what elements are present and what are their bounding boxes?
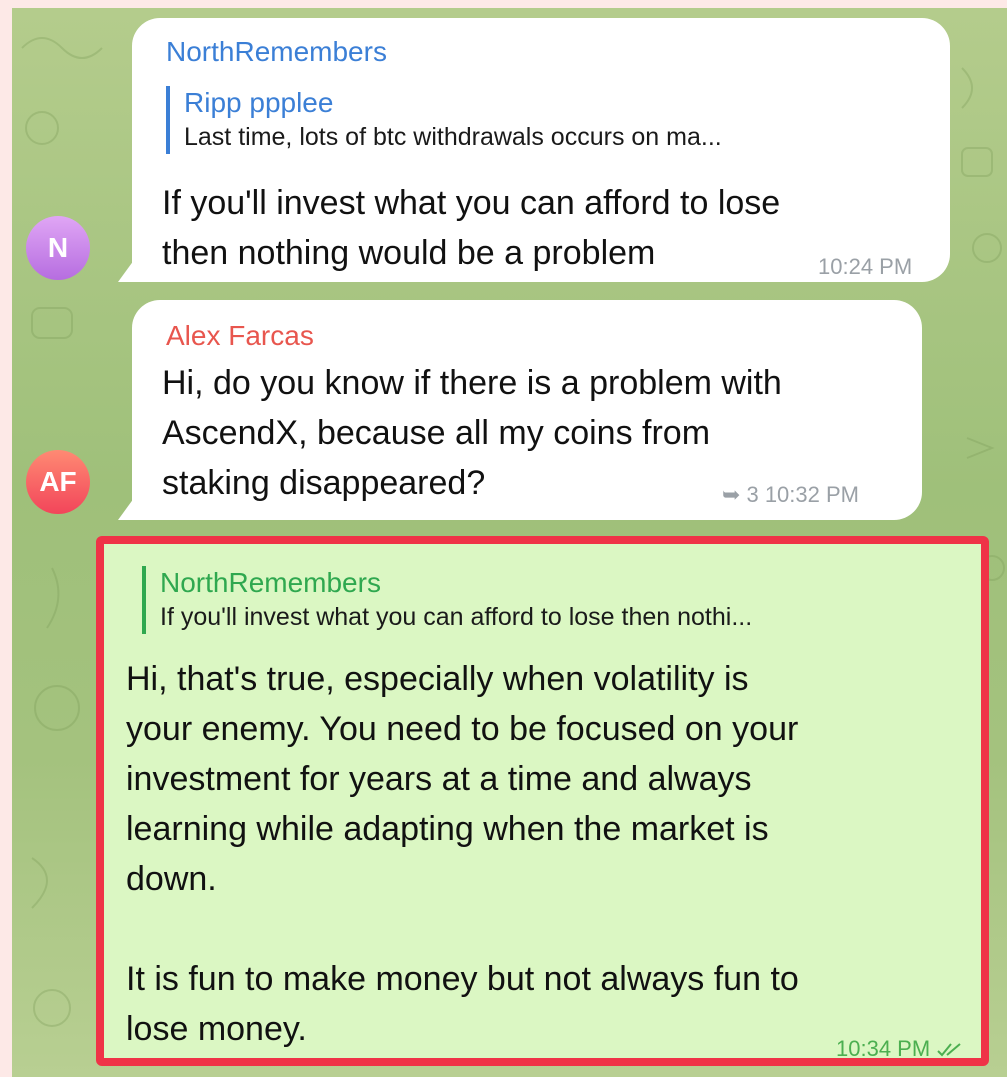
reply-quote-text: Last time, lots of btc withdrawals occur…	[184, 123, 722, 151]
reply-quote[interactable]: NorthRemembers If you'll invest what you…	[142, 566, 752, 634]
reply-quote-name: Ripp ppplee	[184, 87, 334, 118]
message-text-line	[126, 904, 966, 954]
avatar[interactable]: AF	[26, 450, 90, 514]
avatar[interactable]: N	[26, 216, 90, 280]
message-text-line: investment for years at a time and alway…	[126, 760, 752, 798]
message-text-line: If you'll invest what you can afford to …	[162, 184, 781, 222]
reply-quote[interactable]: Ripp ppplee Last time, lots of btc withd…	[166, 86, 722, 154]
message-text-line: Hi, that's true, especially when volatil…	[126, 660, 749, 698]
message-text-line: learning while adapting when the market …	[126, 810, 769, 848]
message-text-line: your enemy. You need to be focused on yo…	[126, 710, 799, 748]
message-text: Hi, that's true, especially when volatil…	[126, 654, 966, 1054]
sender-name[interactable]: NorthRemembers	[166, 36, 387, 68]
message-text-line: Hi, do you know if there is a problem wi…	[162, 364, 782, 402]
reply-count: 3	[746, 482, 759, 507]
outgoing-message-bubble[interactable]: NorthRemembers If you'll invest what you…	[96, 536, 989, 1066]
reply-quote-name: NorthRemembers	[160, 567, 381, 598]
message-time: 10:24 PM	[818, 254, 913, 279]
message-time: 10:34 PM	[836, 1036, 931, 1061]
message-text: If you'll invest what you can afford to …	[162, 178, 922, 278]
chat-area: N NorthRemembers Ripp ppplee Last time, …	[12, 8, 1007, 1077]
message-meta[interactable]: ➥ 3 10:32 PM	[722, 482, 859, 508]
sender-name[interactable]: Alex Farcas	[166, 320, 314, 352]
message-meta: 10:34 PM	[836, 1036, 964, 1062]
message-text-line: It is fun to make money but not always f…	[126, 960, 799, 998]
message-text-line: AscendX, because all my coins from	[162, 414, 711, 452]
message-text-line: then nothing would be a problem	[162, 234, 656, 272]
reply-arrow-icon: ➥	[722, 482, 741, 507]
message-text-line: down.	[126, 860, 217, 898]
reply-quote-text: If you'll invest what you can afford to …	[160, 603, 753, 631]
double-check-icon	[937, 1043, 961, 1057]
message-bubble[interactable]: NorthRemembers Ripp ppplee Last time, lo…	[118, 18, 950, 282]
message-time: 10:32 PM	[764, 482, 859, 507]
message-bubble[interactable]: Alex Farcas Hi, do you know if there is …	[118, 300, 922, 520]
